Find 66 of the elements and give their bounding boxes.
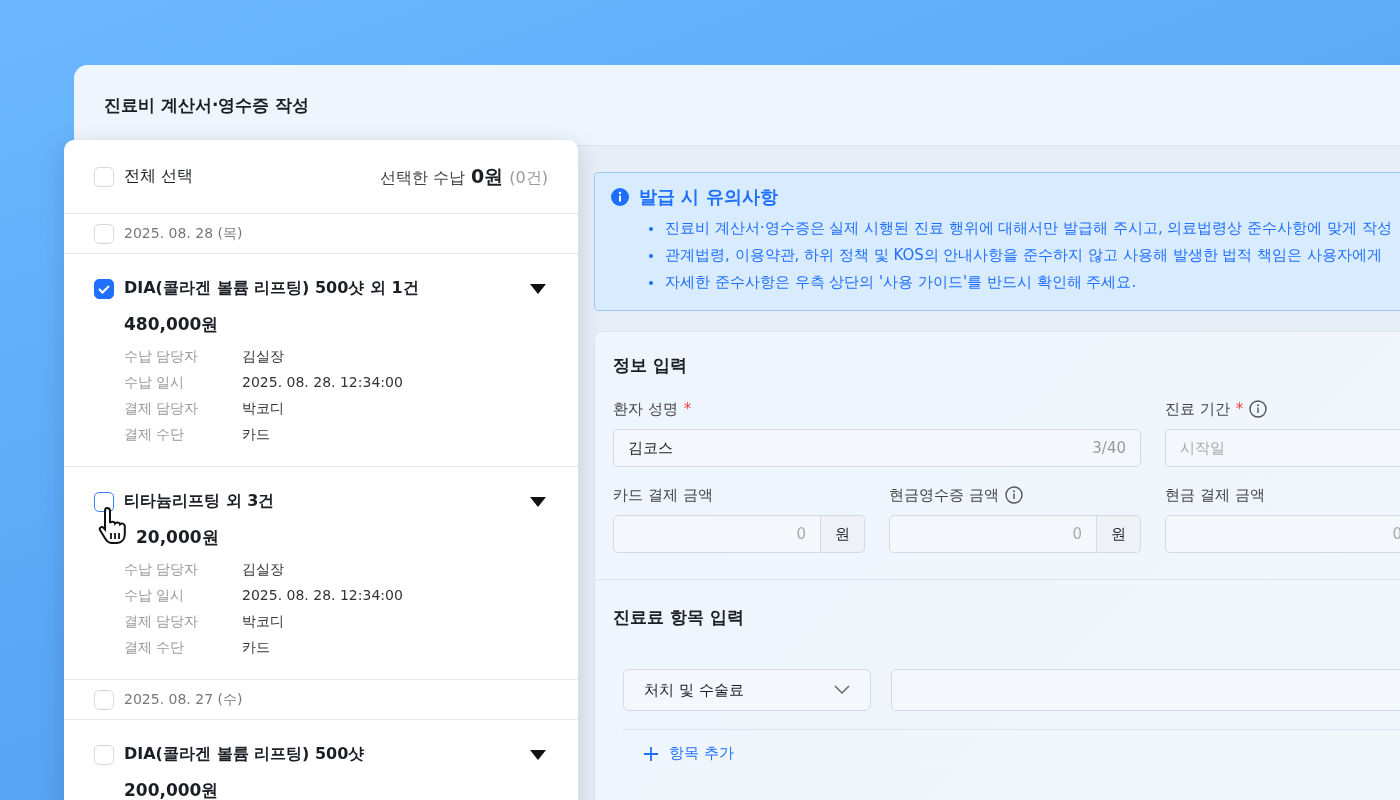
detail-label: 결제 수단 <box>124 426 186 444</box>
detail-value: 김실장 <box>242 561 285 579</box>
detail-value: 박코디 <box>242 613 285 631</box>
bullet-icon <box>649 280 653 285</box>
select-all-checkbox[interactable] <box>94 166 114 187</box>
section-title: 진료료 항목 입력 <box>613 606 745 629</box>
window-title: 진료비 계산서·영수증 작성 <box>104 93 310 117</box>
field-label: 현금영수증 금액 <box>889 485 999 505</box>
payment-amount: 20,000원 <box>135 526 220 549</box>
detail-label: 수납 일시 <box>124 374 186 392</box>
plus-icon <box>643 745 659 762</box>
bullet-icon <box>649 226 653 231</box>
detail-label: 결제 담당자 <box>124 400 200 418</box>
payment-title: DIA(콜라겐 볼륨 리프팅) 500샷 <box>124 744 366 765</box>
notice-text: 관계법령, 이용약관, 하위 정책 및 KOS의 안내사항을 준수하지 않고 사용해 발생한 법적 책임은 사용자에게 <box>665 246 1382 265</box>
field-label: 현금 결제 금액 <box>1165 485 1265 505</box>
date-checkbox[interactable] <box>94 223 114 244</box>
date-label: 2025. 08. 28 (목) <box>124 224 243 243</box>
detail-value: 2025. 08. 28. 12:34:00 <box>242 587 404 605</box>
expand-caret-icon[interactable] <box>530 283 546 294</box>
detail-value: 카드 <box>242 426 271 444</box>
amount-field[interactable]: 0 <box>613 515 821 553</box>
patient-name-field[interactable]: 김코스 3/40 <box>613 429 1141 467</box>
date-checkbox[interactable] <box>94 689 114 710</box>
select-all-label: 전체 선택 <box>124 166 194 187</box>
payment-title: 티타늄리프팅 외 3건 <box>124 491 276 512</box>
start-date-field[interactable]: 시작일 <box>1165 429 1400 467</box>
detail-label: 결제 담당자 <box>124 613 200 631</box>
field-label: 카드 결제 금액 <box>613 485 713 505</box>
detail-value: 박코디 <box>242 400 285 418</box>
section-title: 정보 입력 <box>613 354 688 377</box>
bullet-icon <box>649 253 653 258</box>
unit-label: 원 <box>821 515 865 553</box>
notice-title: 발급 시 유의사항 <box>639 185 778 209</box>
payment-checkbox[interactable] <box>94 278 114 299</box>
notice-text: 진료비 계산서·영수증은 실제 시행된 진료 행위에 대해서만 발급해 주시고, 의료법령상 준수사항에 맞게 작성 <box>665 219 1392 238</box>
detail-label: 결제 수단 <box>124 639 186 657</box>
detail-value: 김실장 <box>242 348 285 366</box>
chevron-down-icon <box>834 685 850 695</box>
category-dropdown[interactable]: 처치 및 수술료 <box>623 669 871 711</box>
info-icon[interactable] <box>1249 400 1268 418</box>
detail-value: 2025. 08. 28. 12:34:00 <box>242 374 404 392</box>
date-label: 2025. 08. 27 (수) <box>124 690 243 709</box>
field-label: 진료 기간 <box>1165 399 1230 419</box>
add-item-button[interactable]: 항목 추가 <box>643 744 734 763</box>
fee-input-field[interactable] <box>891 669 1400 711</box>
field-label: 환자 성명 <box>613 399 678 419</box>
amount-field[interactable]: 0 <box>889 515 1097 553</box>
notice-text: 자세한 준수사항은 우측 상단의 '사용 가이드'를 반드시 확인해 주세요. <box>665 273 1137 292</box>
info-icon[interactable] <box>1004 486 1023 504</box>
expand-caret-icon[interactable] <box>530 749 546 760</box>
expand-caret-icon[interactable] <box>530 496 546 507</box>
required-mark: * <box>1235 400 1244 418</box>
payment-amount: 200,000원 <box>124 779 220 800</box>
selected-total-label: 선택한 수납 <box>380 167 466 189</box>
detail-label: 수납 담당자 <box>124 348 200 366</box>
detail-label: 수납 일시 <box>124 587 186 605</box>
detail-value: 카드 <box>242 639 271 657</box>
payment-amount: 480,000원 <box>124 313 220 336</box>
required-mark: * <box>683 400 692 418</box>
selected-total-amount: 0원 <box>471 163 504 189</box>
info-icon <box>611 188 629 206</box>
detail-label: 수납 담당자 <box>124 561 200 579</box>
payment-title: DIA(콜라겐 볼륨 리프팅) 500샷 외 1건 <box>124 278 420 299</box>
unit-label: 원 <box>1097 515 1141 553</box>
selected-count: (0건) <box>509 167 548 189</box>
